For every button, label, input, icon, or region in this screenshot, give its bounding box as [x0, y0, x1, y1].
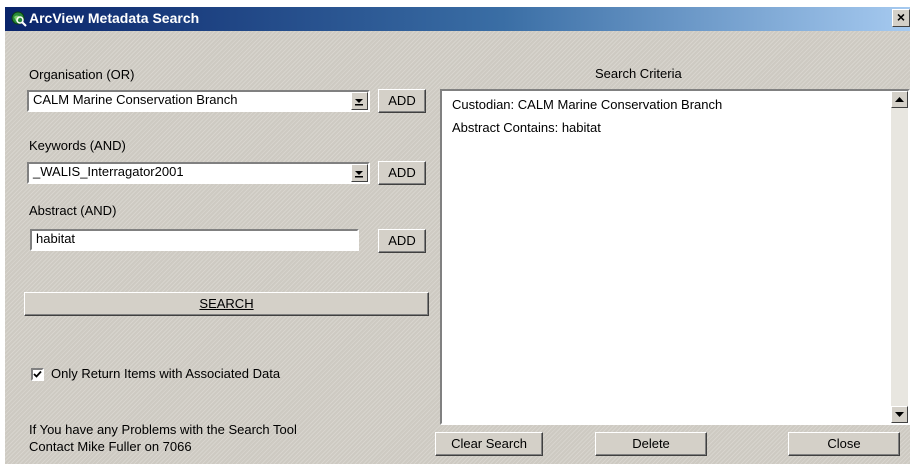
abstract-input[interactable]: habitat — [30, 229, 359, 251]
chevron-down-icon[interactable] — [351, 164, 368, 182]
chevron-down-icon[interactable] — [351, 92, 368, 110]
keywords-dropdown[interactable]: _WALIS_Interragator2001 — [27, 162, 370, 184]
keywords-selected: _WALIS_Interragator2001 — [33, 164, 184, 179]
only-return-checkbox[interactable] — [31, 368, 44, 381]
globe-search-icon — [11, 11, 27, 27]
vertical-scrollbar[interactable] — [891, 91, 908, 423]
keywords-label: Keywords (AND) — [29, 138, 126, 153]
help-text-line1: If You have any Problems with the Search… — [29, 422, 297, 437]
close-window-button[interactable]: × — [892, 9, 910, 27]
organisation-dropdown[interactable]: CALM Marine Conservation Branch — [27, 90, 370, 112]
abstract-label: Abstract (AND) — [29, 203, 117, 218]
list-item[interactable]: Custodian: CALM Marine Conservation Bran… — [452, 97, 722, 112]
scroll-up-button[interactable] — [891, 91, 908, 108]
delete-button[interactable]: Delete — [595, 432, 707, 456]
search-criteria-list[interactable]: Custodian: CALM Marine Conservation Bran… — [440, 89, 910, 425]
title-bar[interactable]: ArcView Metadata Search — [5, 7, 910, 31]
window-title: ArcView Metadata Search — [29, 10, 200, 26]
organisation-label: Organisation (OR) — [29, 67, 135, 82]
arrow-up-icon — [895, 97, 904, 102]
add-keyword-button[interactable]: ADD — [378, 161, 426, 185]
close-button[interactable]: Close — [788, 432, 900, 456]
metadata-search-window: ArcView Metadata Search × Organisation (… — [5, 7, 910, 464]
clear-search-button[interactable]: Clear Search — [435, 432, 543, 456]
abstract-value: habitat — [36, 231, 76, 246]
arrow-down-icon — [895, 412, 904, 417]
search-criteria-title: Search Criteria — [595, 66, 682, 81]
scroll-down-button[interactable] — [891, 406, 908, 423]
list-item[interactable]: Abstract Contains: habitat — [452, 120, 601, 135]
add-organisation-button[interactable]: ADD — [378, 89, 426, 113]
organisation-selected: CALM Marine Conservation Branch — [33, 92, 238, 107]
only-return-label[interactable]: Only Return Items with Associated Data — [51, 366, 280, 381]
search-button[interactable]: SEARCH — [24, 292, 429, 316]
check-icon — [33, 370, 42, 378]
add-abstract-button[interactable]: ADD — [378, 229, 426, 253]
help-text-line2: Contact Mike Fuller on 7066 — [29, 439, 192, 454]
